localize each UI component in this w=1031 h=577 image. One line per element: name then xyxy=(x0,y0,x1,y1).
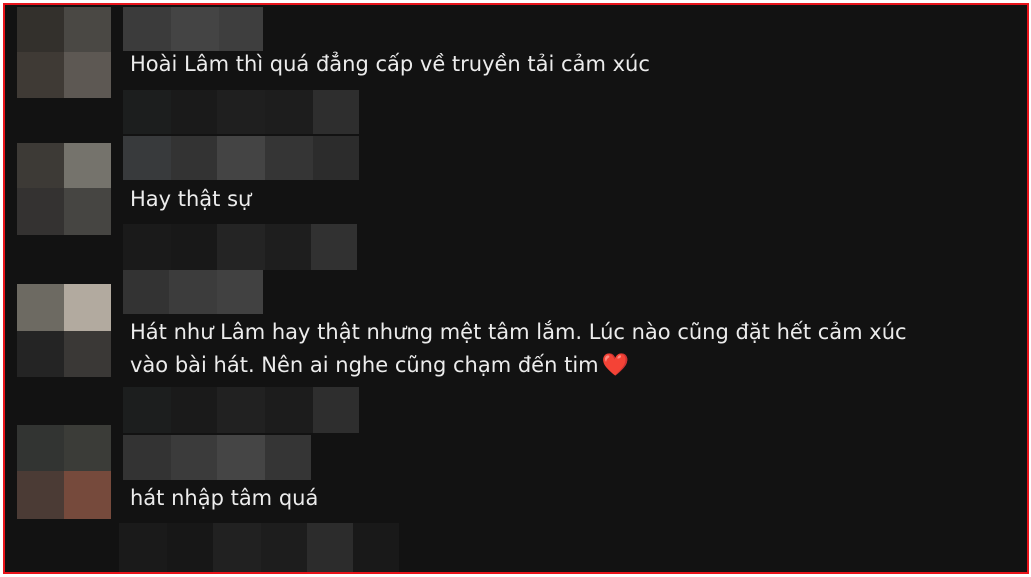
comment-text: hát nhập tâm quá xyxy=(130,486,319,510)
comment-text: Hoài Lâm thì quá đẳng cấp về truyền tải … xyxy=(130,52,650,76)
comment-text-line: vào bài hát. Nên ai nghe cũng chạm đến t… xyxy=(130,349,629,382)
comment-text: Hay thật sự xyxy=(130,187,252,211)
comments-screenshot-frame: Hoài Lâm thì quá đẳng cấp về truyền tải … xyxy=(3,3,1029,574)
heart-emoji-icon: ❤️ xyxy=(601,353,630,378)
comment-text-line: Hát như Lâm hay thật nhưng mệt tâm lắm. … xyxy=(130,320,907,344)
comment-text-line2: vào bài hát. Nên ai nghe cũng chạm đến t… xyxy=(130,353,599,377)
